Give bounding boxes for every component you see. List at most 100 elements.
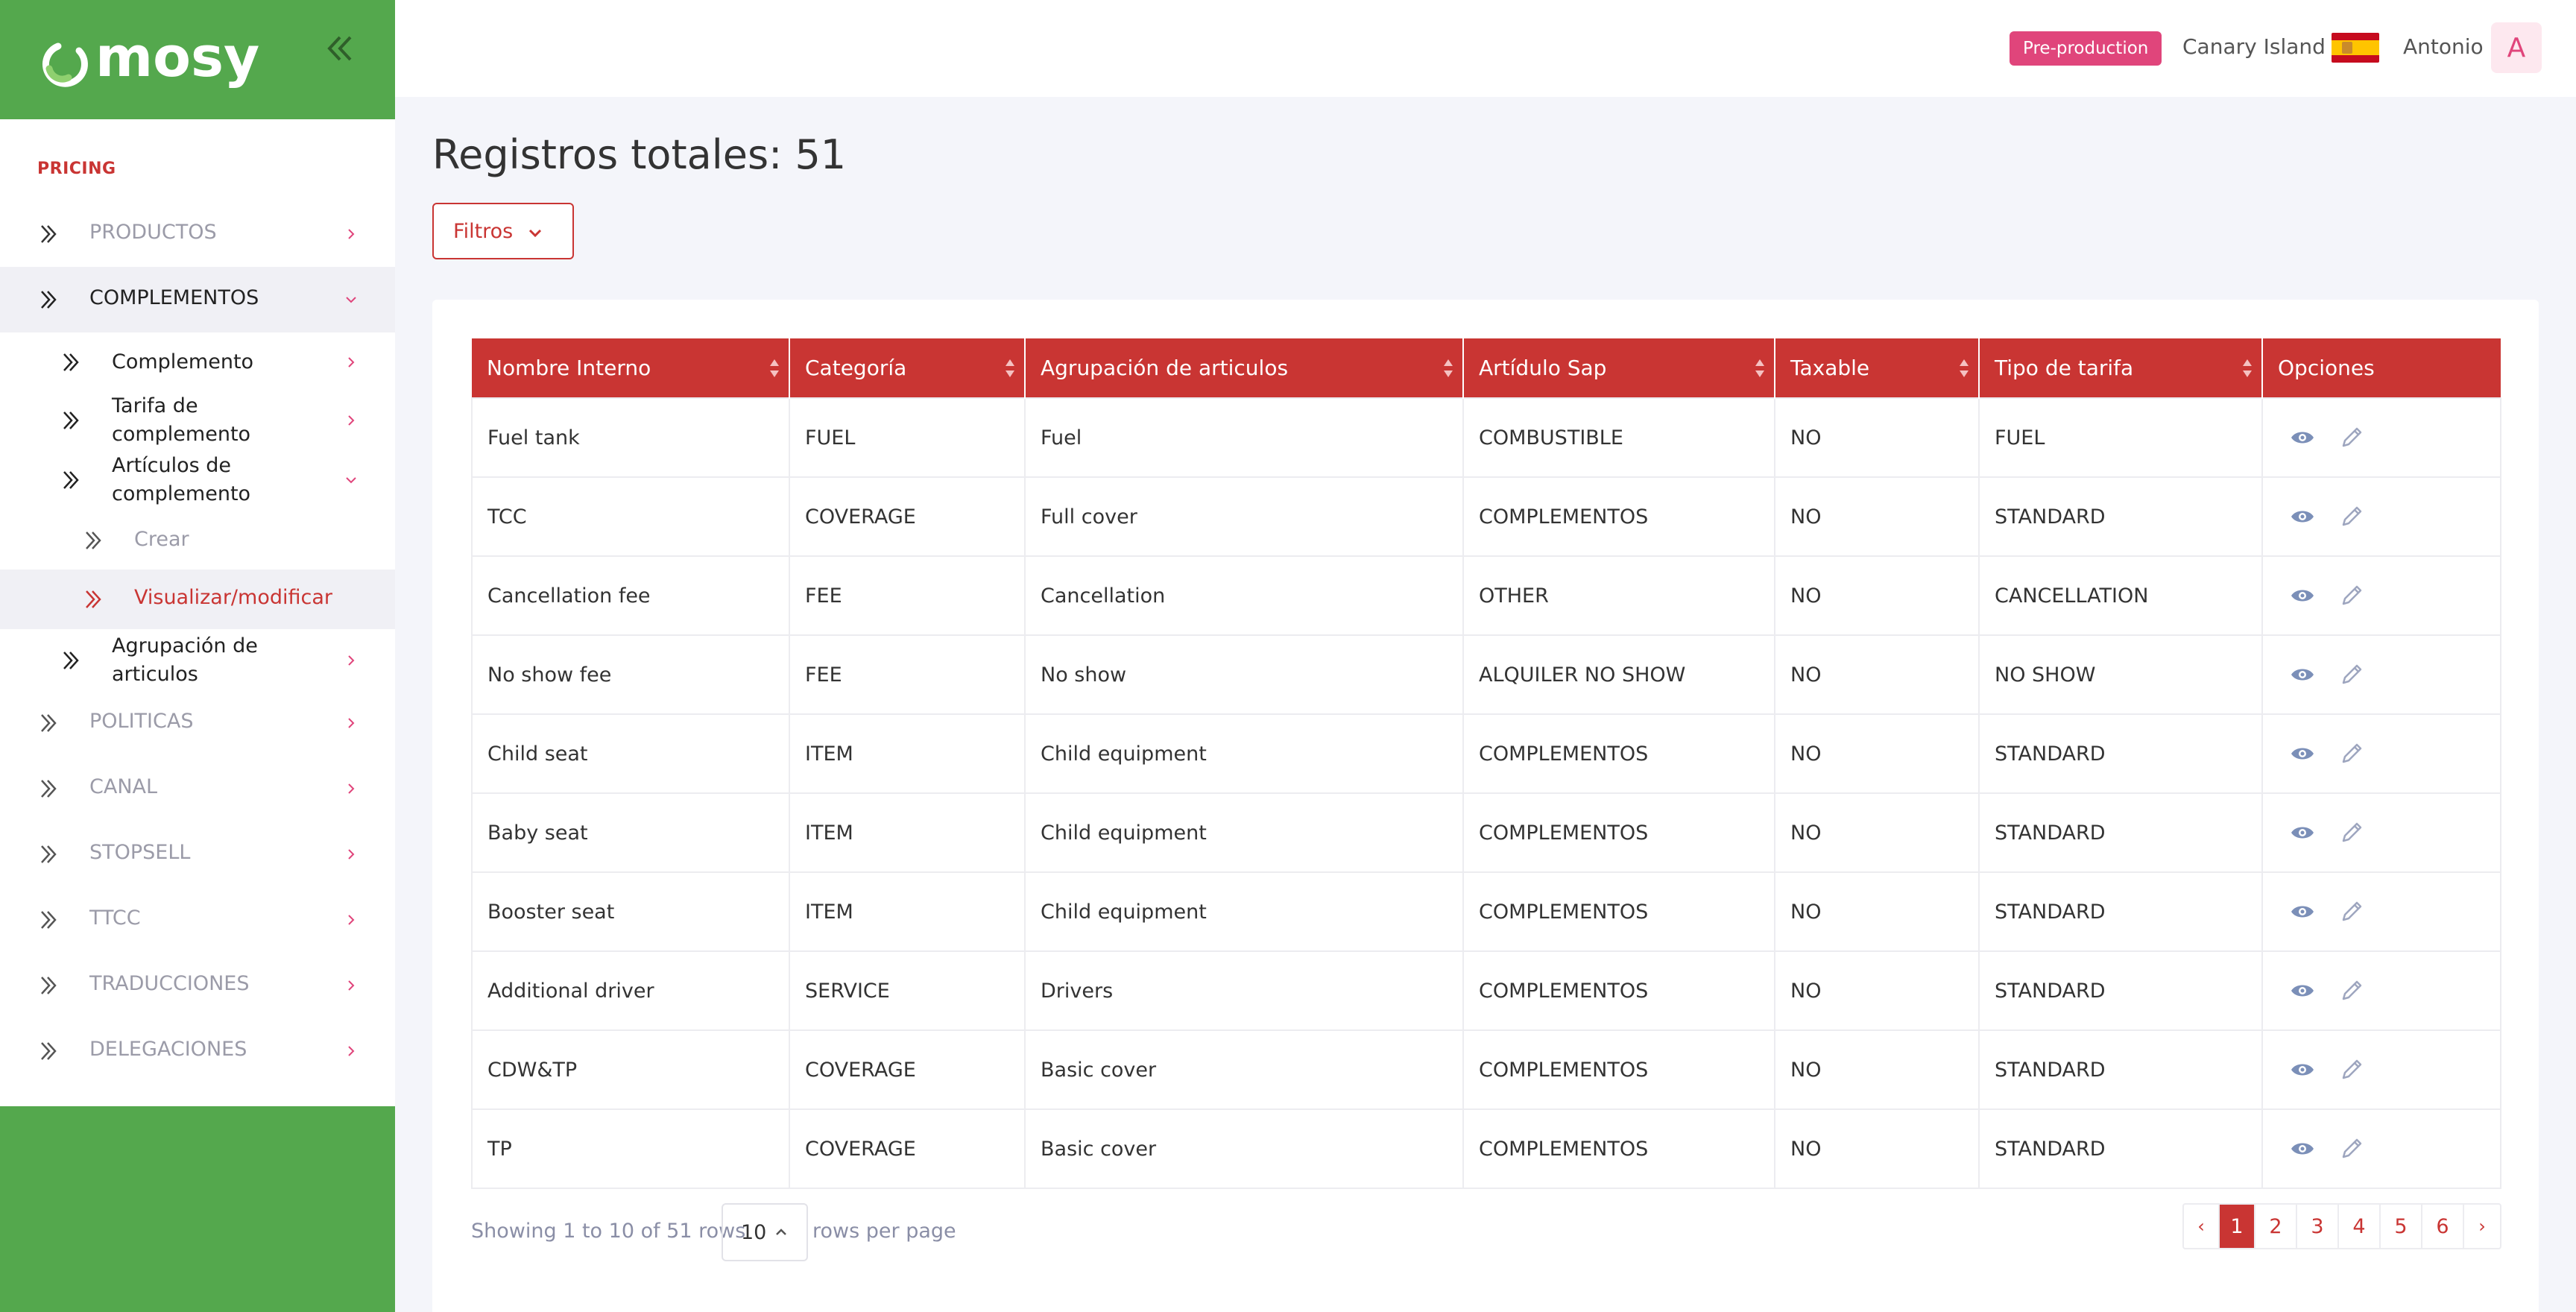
table-row: Child seat ITEM Child equipment COMPLEMENTO… (471, 713, 2501, 794)
column-header-articulo-sap[interactable]: Artídulo Sap (1463, 338, 1775, 398)
pagination-next[interactable]: › (2464, 1205, 2500, 1248)
rows-per-page-label: rows per page (812, 1220, 956, 1243)
view-eye-icon[interactable] (2288, 1135, 2317, 1163)
sidebar: mosy PRICING PRODUCTOS COMPLEMENTOS Comp… (0, 0, 395, 1312)
edit-pencil-icon[interactable] (2337, 1056, 2366, 1084)
table-cell: ITEM (789, 792, 1026, 873)
row-actions (2278, 1135, 2500, 1163)
pagination-prev[interactable]: ‹ (2184, 1205, 2220, 1248)
avatar[interactable]: A (2491, 22, 2542, 73)
sidebar-item-canal[interactable]: CANAL (0, 771, 395, 807)
sidebar-item-label: PRODUCTOS (89, 221, 217, 244)
row-options (2261, 713, 2501, 794)
sidebar-item-label: COMPLEMENTOS (89, 286, 259, 309)
column-header-opciones: Opciones (2262, 338, 2501, 398)
svg-text:mosy: mosy (95, 25, 259, 89)
sidebar-item-ttcc[interactable]: TTCC (0, 902, 395, 938)
pagination-page-6[interactable]: 6 (2422, 1205, 2464, 1248)
table-cell: Child equipment (1024, 792, 1464, 873)
table-cell: STANDARD (1978, 950, 2263, 1031)
pagination-page-3[interactable]: 3 (2297, 1205, 2339, 1248)
pagination: ‹ 1 2 3 4 5 6 › (2182, 1203, 2501, 1249)
edit-pencil-icon[interactable] (2337, 423, 2366, 452)
view-eye-icon[interactable] (2288, 898, 2317, 926)
chevron-right-icon (348, 229, 355, 239)
view-eye-icon[interactable] (2288, 423, 2317, 452)
sidebar-item-stopsell[interactable]: STOPSELL (0, 836, 395, 872)
edit-pencil-icon[interactable] (2337, 1135, 2366, 1163)
row-actions (2278, 739, 2500, 768)
table-row: Cancellation fee FEE Cancellation OTHER NO CA… (471, 555, 2501, 636)
edit-pencil-icon[interactable] (2337, 660, 2366, 689)
table-body: Fuel tank FUEL Fuel COMBUSTIBLE NO FUEL TCC COV… (471, 397, 2501, 1189)
chevron-down-icon (346, 297, 356, 303)
sidebar-item-label: TTCC (89, 906, 141, 930)
table-cell: COMPLEMENTOS (1462, 713, 1775, 794)
view-eye-icon[interactable] (2288, 660, 2317, 689)
sidebar-item-traducciones[interactable]: TRADUCCIONES (0, 968, 395, 1003)
sort-icon (1006, 359, 1014, 377)
filters-button[interactable]: Filtros (432, 203, 574, 259)
column-header-categoria[interactable]: Categoría (789, 338, 1026, 398)
table-cell: No show (1024, 634, 1464, 715)
spain-flag-icon[interactable] (2332, 33, 2379, 63)
row-options (2261, 792, 2501, 873)
sidebar-item-politicas[interactable]: POLITICAS (0, 705, 395, 741)
double-chevron-right-icon (86, 590, 101, 608)
sidebar-item-tarifa-de-complemento[interactable]: Tarifa de complemento (0, 391, 395, 450)
table-cell: STANDARD (1978, 1108, 2263, 1189)
view-eye-icon[interactable] (2288, 819, 2317, 847)
table-cell: Basic cover (1024, 1108, 1464, 1189)
chevron-right-icon (348, 915, 355, 925)
sidebar-item-complementos[interactable]: COMPLEMENTOS (0, 267, 395, 332)
table-cell: ALQUILER NO SHOW (1462, 634, 1775, 715)
double-chevron-right-icon (63, 411, 79, 429)
row-actions (2278, 660, 2500, 689)
table-cell: TCC (471, 476, 790, 557)
table-cell: FEE (789, 555, 1026, 636)
pagination-page-4[interactable]: 4 (2339, 1205, 2381, 1248)
edit-pencil-icon[interactable] (2337, 581, 2366, 610)
sidebar-item-delegaciones[interactable]: DELEGACIONES (0, 1033, 395, 1069)
pagination-page-1[interactable]: 1 (2220, 1205, 2255, 1248)
view-eye-icon[interactable] (2288, 977, 2317, 1005)
sidebar-item-agrupacion-de-articulos[interactable]: Agrupación de articulos (0, 631, 395, 690)
column-header-tipo-de-tarifa[interactable]: Tipo de tarifa (1979, 338, 2263, 398)
pagination-page-2[interactable]: 2 (2255, 1205, 2297, 1248)
view-eye-icon[interactable] (2288, 502, 2317, 531)
page-title: Registros totales: 51 (432, 131, 847, 178)
table-cell: NO (1774, 476, 1980, 557)
sidebar-item-crear[interactable]: Crear (0, 522, 395, 559)
sidebar-item-label: TRADUCCIONES (89, 972, 250, 995)
view-eye-icon[interactable] (2288, 1056, 2317, 1084)
edit-pencil-icon[interactable] (2337, 819, 2366, 847)
pagination-page-5[interactable]: 5 (2381, 1205, 2422, 1248)
table-cell: ITEM (789, 871, 1026, 952)
sidebar-section-pricing: PRICING (37, 160, 116, 178)
table-cell: COVERAGE (789, 1108, 1026, 1189)
view-eye-icon[interactable] (2288, 739, 2317, 768)
column-header-nombre-interno[interactable]: Nombre Interno (472, 338, 790, 398)
edit-pencil-icon[interactable] (2337, 502, 2366, 531)
sidebar-item-productos[interactable]: PRODUCTOS (0, 216, 395, 252)
column-header-agrupacion[interactable]: Agrupación de articulos (1025, 338, 1464, 398)
collapse-sidebar-icon[interactable] (322, 30, 359, 67)
sidebar-item-articulos-de-complemento[interactable]: Artículos de complemento (0, 450, 395, 510)
region-selector[interactable]: Canary Island (2182, 34, 2326, 59)
double-chevron-right-icon (41, 977, 57, 994)
edit-pencil-icon[interactable] (2337, 977, 2366, 1005)
table-cell: Child equipment (1024, 713, 1464, 794)
row-actions (2278, 581, 2500, 610)
user-name[interactable]: Antonio (2403, 34, 2484, 59)
table-cell: STANDARD (1978, 871, 2263, 952)
edit-pencil-icon[interactable] (2337, 739, 2366, 768)
view-eye-icon[interactable] (2288, 581, 2317, 610)
page-size-select[interactable]: 10 (722, 1203, 808, 1261)
double-chevron-right-icon (41, 845, 57, 863)
chevron-right-icon (348, 415, 355, 426)
column-header-taxable[interactable]: Taxable (1775, 338, 1980, 398)
sidebar-item-complemento[interactable]: Complemento (0, 344, 395, 380)
edit-pencil-icon[interactable] (2337, 898, 2366, 926)
sidebar-item-visualizar-modificar[interactable]: Visualizar/modificar (0, 570, 395, 629)
row-options (2261, 950, 2501, 1031)
